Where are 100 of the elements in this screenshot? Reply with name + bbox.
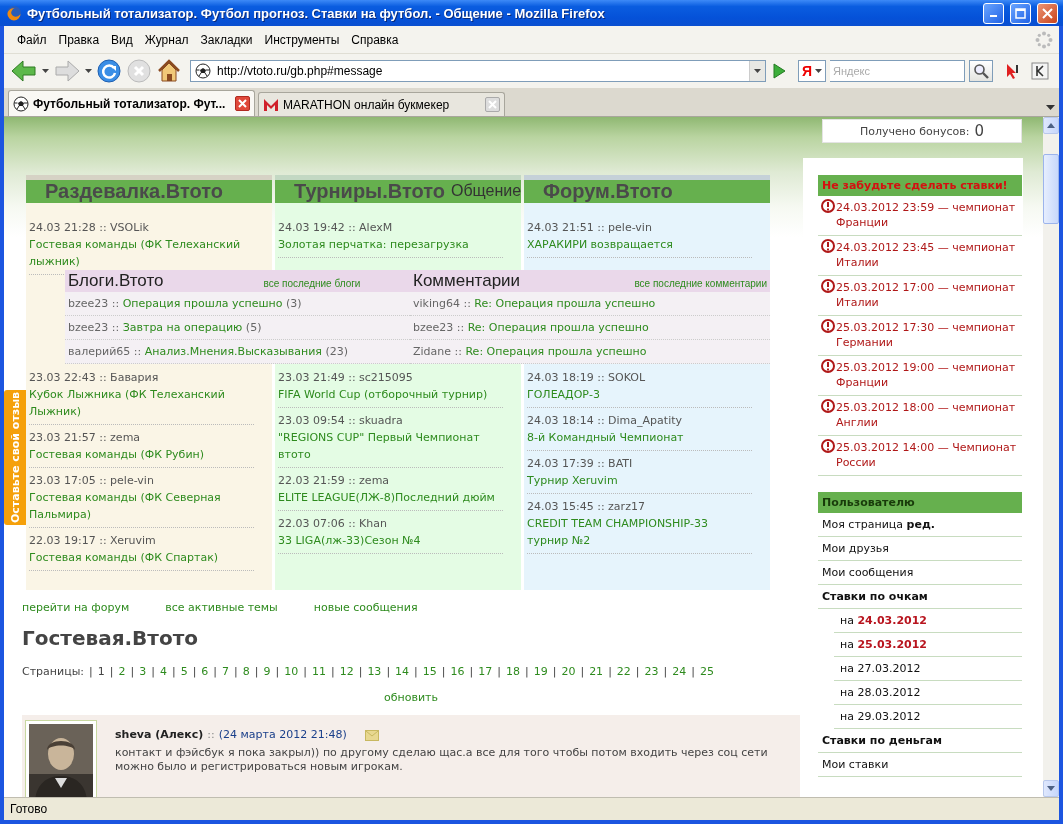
page-link[interactable]: 8 <box>242 664 250 680</box>
forum-link[interactable]: перейти на форум <box>22 600 130 616</box>
menu-link[interactable]: на 27.03.2012 <box>834 657 1022 681</box>
menu-item[interactable]: Инструменты <box>259 30 345 49</box>
page-link[interactable]: 16 <box>450 664 465 680</box>
close-button[interactable] <box>1037 2 1058 24</box>
home-icon[interactable] <box>156 58 182 84</box>
menu-link[interactable]: на 29.03.2012 <box>834 705 1022 729</box>
page-link[interactable]: 6 <box>201 664 209 680</box>
topic-link[interactable]: Гостевая команды (ФК Телеханский лыжник) <box>29 236 254 270</box>
reminder-link[interactable]: 25.03.2012 17:30 — чемпионат Германии <box>836 320 1020 350</box>
topic-link[interactable]: Гостевая команды (ФК Рубин) <box>29 446 254 463</box>
topic-link[interactable]: 33 LIGA(лж-33)Сезон №4 <box>278 532 503 549</box>
tab[interactable]: MARATHON онлайн букмекер <box>258 92 505 116</box>
page-link[interactable]: 12 <box>339 664 354 680</box>
dropdown-caret-icon[interactable] <box>85 69 92 73</box>
comment-link[interactable]: Re: Операция прошла успешно <box>467 321 649 334</box>
dropdown-button[interactable] <box>749 61 765 81</box>
reminder-link[interactable]: 25.03.2012 19:00 — чемпионат Франции <box>836 360 1020 390</box>
topic-link[interactable]: Золотая перчатка: перезагрузка <box>278 236 503 253</box>
reminder-link[interactable]: 25.03.2012 18:00 — чемпионат Англии <box>836 400 1020 430</box>
menu-link[interactable]: на 25.03.2012 <box>834 633 1022 657</box>
menu-item[interactable]: Файл <box>12 30 52 49</box>
topic-link[interactable]: ХАРАКИРИ возвращается <box>527 236 752 253</box>
topic-link[interactable]: FIFA World Cup (отборочный турнир) <box>278 386 503 403</box>
menu-link[interactable]: Ставки по очкам <box>818 585 1022 609</box>
page-link[interactable]: 23 <box>644 664 659 680</box>
topic-link[interactable]: Кубок Лыжника (ФК Телеханский Лыжник) <box>29 386 254 420</box>
page-link[interactable]: 14 <box>395 664 410 680</box>
reminder-link[interactable]: 24.03.2012 23:59 — чемпионат Франции <box>836 200 1020 230</box>
date-link[interactable]: (24 марта 2012 21:48) <box>218 726 347 744</box>
menu-item[interactable]: Журнал <box>139 30 194 49</box>
reminder-link[interactable]: 25.03.2012 17:00 — чемпионат Италии <box>836 280 1020 310</box>
page-link[interactable]: 2 <box>118 664 126 680</box>
blog-link[interactable]: Завтра на операцию <box>122 321 243 334</box>
page-link[interactable]: 25 <box>700 664 714 680</box>
minimize-button[interactable] <box>983 2 1004 24</box>
alarm-icon <box>821 319 835 333</box>
page-link[interactable]: 13 <box>367 664 382 680</box>
reminder-link[interactable]: 24.03.2012 23:45 — чемпионат Италии <box>836 240 1020 270</box>
maximize-button[interactable] <box>1010 2 1031 24</box>
search-field[interactable]: Яндекс <box>830 60 966 82</box>
menu-link[interactable]: Мои сообщения <box>818 561 1022 585</box>
page-link[interactable]: 10 <box>284 664 299 680</box>
menu-link[interactable]: Моя страница ред. <box>818 513 1022 537</box>
page-link[interactable]: 4 <box>159 664 167 680</box>
scrollbar-thumb[interactable] <box>1043 154 1059 224</box>
tab[interactable]: Футбольный тотализатор. Фут... <box>8 90 255 116</box>
all-link[interactable]: все последние блоги <box>263 278 361 292</box>
page-link[interactable]: 9 <box>263 664 271 680</box>
menu-item[interactable]: Вид <box>106 30 138 49</box>
toolbar-box-icon[interactable] <box>1031 62 1050 80</box>
refresh-link[interactable]: обновить <box>384 691 438 704</box>
page-link[interactable]: 11 <box>311 664 326 680</box>
page-link[interactable]: 17 <box>478 664 493 680</box>
topic-link[interactable]: Турнир Xeruvim <box>527 472 752 489</box>
topic-link[interactable]: Гостевая команды (ФК Спартак) <box>29 549 254 566</box>
menu-link[interactable]: на 28.03.2012 <box>834 681 1022 705</box>
tab-list-caret-icon[interactable] <box>1046 105 1055 110</box>
menu-link[interactable]: Мои ставки <box>818 753 1022 777</box>
menu-link[interactable]: Ставки по деньгам <box>818 729 1022 753</box>
page-link[interactable]: 21 <box>589 664 604 680</box>
page-link[interactable]: 19 <box>533 664 548 680</box>
all-link[interactable]: все последние комментарии <box>634 278 767 292</box>
page-link[interactable]: 5 <box>180 664 188 680</box>
page-link[interactable]: 15 <box>422 664 437 680</box>
topic-link[interactable]: CREDIT TEAM CHAMPIONSHIP-33 турнир №2 <box>527 515 752 549</box>
blog-link[interactable]: Операция прошла успешно <box>122 297 283 310</box>
scroll-up-button[interactable] <box>1043 117 1059 134</box>
address-field[interactable]: http://vtoto.ru/gb.php#message <box>190 60 766 82</box>
menu-link[interactable]: на 24.03.2012 <box>834 609 1022 633</box>
menu-item[interactable]: Закладки <box>195 30 258 49</box>
scroll-down-button[interactable] <box>1043 780 1059 797</box>
menu-item[interactable]: Правка <box>53 30 105 49</box>
close-tab-button[interactable] <box>235 96 250 111</box>
forum-link[interactable]: все активные темы <box>165 600 278 616</box>
reminder-link[interactable]: 25.03.2012 14:00 — Чемпионат России <box>836 440 1020 470</box>
search-engine-button[interactable]: Я <box>798 60 827 82</box>
topic-link[interactable]: "REGIONS CUP" Первый Чемпионат втото <box>278 429 503 463</box>
comment-link[interactable]: Re: Операция прошла успешно <box>474 297 656 310</box>
dropdown-caret-icon[interactable] <box>42 69 49 73</box>
search-button[interactable] <box>969 60 994 82</box>
menu-link[interactable]: Мои друзья <box>818 537 1022 561</box>
page-link[interactable]: 22 <box>616 664 631 680</box>
topic-link[interactable]: Гостевая команды (ФК Северная Пальмира) <box>29 489 254 523</box>
page-separator: | <box>414 664 418 680</box>
page-link[interactable]: 18 <box>505 664 520 680</box>
topic-link[interactable]: 8-й Командный Чемпионат <box>527 429 752 446</box>
topic-link[interactable]: ГОЛЕАДОР-3 <box>527 386 752 403</box>
comment-link[interactable]: Re: Операция прошла успешно <box>465 345 647 358</box>
reload-icon[interactable] <box>96 58 122 84</box>
blog-link[interactable]: Анализ.Мнения.Высказывания <box>144 345 322 358</box>
menu-item[interactable]: Справка <box>346 30 404 49</box>
page-link[interactable]: 24 <box>672 664 687 680</box>
go-icon[interactable] <box>770 62 788 80</box>
page-link[interactable]: 3 <box>139 664 147 680</box>
forum-link[interactable]: новые сообщения <box>313 600 418 616</box>
page-link[interactable]: 20 <box>561 664 576 680</box>
page-link[interactable]: 7 <box>222 664 230 680</box>
topic-link[interactable]: ELITE LEAGUE(ЛЖ-8)Последний дюйм <box>278 489 503 506</box>
